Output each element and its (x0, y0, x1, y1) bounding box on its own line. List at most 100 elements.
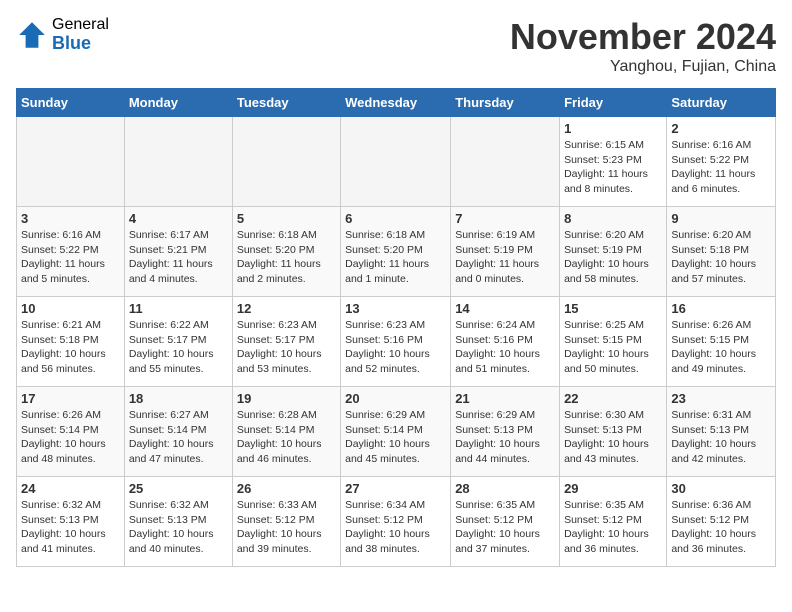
day-number: 17 (21, 391, 120, 406)
calendar-day-cell: 5 Sunrise: 6:18 AMSunset: 5:20 PMDaylight… (232, 207, 340, 297)
day-info: Sunrise: 6:16 AMSunset: 5:22 PMDaylight:… (671, 138, 771, 197)
title-section: November 2024 Yanghou, Fujian, China (510, 16, 776, 76)
day-info: Sunrise: 6:22 AMSunset: 5:17 PMDaylight:… (129, 318, 228, 377)
day-info: Sunrise: 6:27 AMSunset: 5:14 PMDaylight:… (129, 408, 228, 467)
weekday-header: Monday (124, 89, 232, 117)
calendar-day-cell: 27 Sunrise: 6:34 AMSunset: 5:12 PMDayligh… (341, 477, 451, 567)
calendar-day-cell: 18 Sunrise: 6:27 AMSunset: 5:14 PMDayligh… (124, 387, 232, 477)
calendar-day-cell: 21 Sunrise: 6:29 AMSunset: 5:13 PMDayligh… (451, 387, 560, 477)
calendar-day-cell: 12 Sunrise: 6:23 AMSunset: 5:17 PMDayligh… (232, 297, 340, 387)
day-info: Sunrise: 6:24 AMSunset: 5:16 PMDaylight:… (455, 318, 555, 377)
calendar-day-cell: 1Sunrise: 6:15 AMSunset: 5:23 PMDaylight… (560, 117, 667, 207)
day-info: Sunrise: 6:18 AMSunset: 5:20 PMDaylight:… (237, 228, 336, 287)
calendar-week-row: 24Sunrise: 6:32 AMSunset: 5:13 PMDayligh… (17, 477, 776, 567)
day-number: 21 (455, 391, 555, 406)
weekday-header: Saturday (667, 89, 776, 117)
day-info: Sunrise: 6:26 AMSunset: 5:14 PMDaylight:… (21, 408, 120, 467)
day-info: Sunrise: 6:34 AMSunset: 5:12 PMDaylight:… (345, 498, 446, 557)
calendar-week-row: 3 Sunrise: 6:16 AMSunset: 5:22 PMDaylight… (17, 207, 776, 297)
calendar-day-cell: 16 Sunrise: 6:26 AMSunset: 5:15 PMDayligh… (667, 297, 776, 387)
day-info: Sunrise: 6:23 AMSunset: 5:16 PMDaylight:… (345, 318, 446, 377)
calendar-day-cell (341, 117, 451, 207)
day-info: Sunrise: 6:31 AMSunset: 5:13 PMDaylight:… (671, 408, 771, 467)
day-info: Sunrise: 6:26 AMSunset: 5:15 PMDaylight:… (671, 318, 771, 377)
logo: General Blue (16, 16, 109, 53)
calendar-day-cell: 7Sunrise: 6:19 AMSunset: 5:19 PMDaylight… (451, 207, 560, 297)
calendar-day-cell: 30Sunrise: 6:36 AMSunset: 5:12 PMDayligh… (667, 477, 776, 567)
day-info: Sunrise: 6:15 AMSunset: 5:23 PMDaylight:… (564, 138, 662, 197)
day-number: 4 (129, 211, 228, 226)
day-number: 23 (671, 391, 771, 406)
calendar-day-cell: 19 Sunrise: 6:28 AMSunset: 5:14 PMDayligh… (232, 387, 340, 477)
calendar-day-cell: 4 Sunrise: 6:17 AMSunset: 5:21 PMDaylight… (124, 207, 232, 297)
day-info: Sunrise: 6:16 AMSunset: 5:22 PMDaylight:… (21, 228, 120, 287)
day-number: 19 (237, 391, 336, 406)
weekday-header: Sunday (17, 89, 125, 117)
day-number: 13 (345, 301, 446, 316)
calendar-week-row: 17 Sunrise: 6:26 AMSunset: 5:14 PMDayligh… (17, 387, 776, 477)
day-number: 14 (455, 301, 555, 316)
day-number: 11 (129, 301, 228, 316)
day-number: 18 (129, 391, 228, 406)
weekday-header: Wednesday (341, 89, 451, 117)
calendar-day-cell: 20 Sunrise: 6:29 AMSunset: 5:14 PMDayligh… (341, 387, 451, 477)
day-info: Sunrise: 6:18 AMSunset: 5:20 PMDaylight:… (345, 228, 446, 287)
calendar-day-cell: 29Sunrise: 6:35 AMSunset: 5:12 PMDayligh… (560, 477, 667, 567)
logo-icon (16, 19, 48, 51)
day-number: 15 (564, 301, 662, 316)
calendar-day-cell (17, 117, 125, 207)
day-number: 9 (671, 211, 771, 226)
day-number: 29 (564, 481, 662, 496)
calendar-day-cell: 2 Sunrise: 6:16 AMSunset: 5:22 PMDaylight… (667, 117, 776, 207)
day-info: Sunrise: 6:29 AMSunset: 5:14 PMDaylight:… (345, 408, 446, 467)
day-number: 6 (345, 211, 446, 226)
day-info: Sunrise: 6:32 AMSunset: 5:13 PMDaylight:… (21, 498, 120, 557)
calendar-day-cell: 14 Sunrise: 6:24 AMSunset: 5:16 PMDayligh… (451, 297, 560, 387)
logo-blue: Blue (52, 34, 109, 54)
day-number: 16 (671, 301, 771, 316)
day-info: Sunrise: 6:20 AMSunset: 5:19 PMDaylight:… (564, 228, 662, 287)
calendar-day-cell: 22Sunrise: 6:30 AMSunset: 5:13 PMDayligh… (560, 387, 667, 477)
calendar-day-cell: 17 Sunrise: 6:26 AMSunset: 5:14 PMDayligh… (17, 387, 125, 477)
day-number: 28 (455, 481, 555, 496)
calendar-day-cell (124, 117, 232, 207)
day-number: 10 (21, 301, 120, 316)
calendar-day-cell: 3 Sunrise: 6:16 AMSunset: 5:22 PMDaylight… (17, 207, 125, 297)
calendar-day-cell: 24Sunrise: 6:32 AMSunset: 5:13 PMDayligh… (17, 477, 125, 567)
logo-text: General Blue (52, 16, 109, 53)
day-info: Sunrise: 6:19 AMSunset: 5:19 PMDaylight:… (455, 228, 555, 287)
month-title: November 2024 (510, 16, 776, 58)
weekday-header-row: SundayMondayTuesdayWednesdayThursdayFrid… (17, 89, 776, 117)
calendar-day-cell: 11 Sunrise: 6:22 AMSunset: 5:17 PMDayligh… (124, 297, 232, 387)
calendar-table: SundayMondayTuesdayWednesdayThursdayFrid… (16, 88, 776, 567)
calendar-day-cell: 15 Sunrise: 6:25 AMSunset: 5:15 PMDayligh… (560, 297, 667, 387)
day-info: Sunrise: 6:25 AMSunset: 5:15 PMDaylight:… (564, 318, 662, 377)
day-number: 26 (237, 481, 336, 496)
calendar-day-cell: 10Sunrise: 6:21 AMSunset: 5:18 PMDayligh… (17, 297, 125, 387)
weekday-header: Tuesday (232, 89, 340, 117)
day-number: 25 (129, 481, 228, 496)
day-number: 27 (345, 481, 446, 496)
page-header: General Blue November 2024 Yanghou, Fuji… (16, 16, 776, 76)
day-info: Sunrise: 6:32 AMSunset: 5:13 PMDaylight:… (129, 498, 228, 557)
day-number: 12 (237, 301, 336, 316)
day-number: 5 (237, 211, 336, 226)
day-info: Sunrise: 6:35 AMSunset: 5:12 PMDaylight:… (455, 498, 555, 557)
location: Yanghou, Fujian, China (510, 58, 776, 76)
day-number: 3 (21, 211, 120, 226)
day-info: Sunrise: 6:17 AMSunset: 5:21 PMDaylight:… (129, 228, 228, 287)
day-number: 8 (564, 211, 662, 226)
calendar-week-row: 10Sunrise: 6:21 AMSunset: 5:18 PMDayligh… (17, 297, 776, 387)
day-info: Sunrise: 6:29 AMSunset: 5:13 PMDaylight:… (455, 408, 555, 467)
calendar-day-cell: 23 Sunrise: 6:31 AMSunset: 5:13 PMDayligh… (667, 387, 776, 477)
calendar-day-cell: 25 Sunrise: 6:32 AMSunset: 5:13 PMDayligh… (124, 477, 232, 567)
day-number: 30 (671, 481, 771, 496)
day-number: 2 (671, 121, 771, 136)
day-info: Sunrise: 6:28 AMSunset: 5:14 PMDaylight:… (237, 408, 336, 467)
calendar-day-cell (232, 117, 340, 207)
calendar-day-cell: 8 Sunrise: 6:20 AMSunset: 5:19 PMDaylight… (560, 207, 667, 297)
day-number: 20 (345, 391, 446, 406)
day-info: Sunrise: 6:23 AMSunset: 5:17 PMDaylight:… (237, 318, 336, 377)
day-info: Sunrise: 6:20 AMSunset: 5:18 PMDaylight:… (671, 228, 771, 287)
calendar-day-cell: 26Sunrise: 6:33 AMSunset: 5:12 PMDayligh… (232, 477, 340, 567)
